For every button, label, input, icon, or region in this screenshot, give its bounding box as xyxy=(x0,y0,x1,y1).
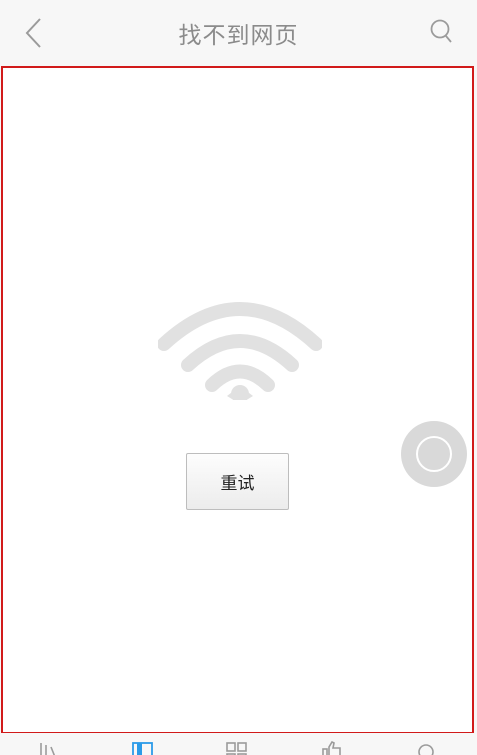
nav-search[interactable] xyxy=(415,741,439,755)
nav-bookmark[interactable] xyxy=(131,741,155,755)
thumb-icon xyxy=(322,740,341,755)
grid-icon xyxy=(226,742,247,755)
nav-grid[interactable] xyxy=(225,741,249,755)
nav-thumb[interactable] xyxy=(320,740,344,755)
page-title: 找不到网页 xyxy=(178,23,299,49)
search-icon xyxy=(418,744,434,755)
search-button[interactable] xyxy=(429,18,455,46)
bottom-navigation xyxy=(0,733,477,755)
bars-icon xyxy=(40,743,56,755)
top-bar: 找不到网页 xyxy=(0,0,477,65)
bookmark-icon xyxy=(132,742,153,755)
browser-screen: 找不到网页 重试 xyxy=(0,0,477,755)
circle-icon xyxy=(416,436,452,472)
nav-bars[interactable] xyxy=(37,741,61,755)
search-icon xyxy=(430,19,452,43)
wifi-icon xyxy=(158,302,322,400)
retry-button[interactable]: 重试 xyxy=(186,453,289,510)
floating-assist-button[interactable] xyxy=(401,421,467,487)
error-content-area: 重试 xyxy=(1,66,474,734)
